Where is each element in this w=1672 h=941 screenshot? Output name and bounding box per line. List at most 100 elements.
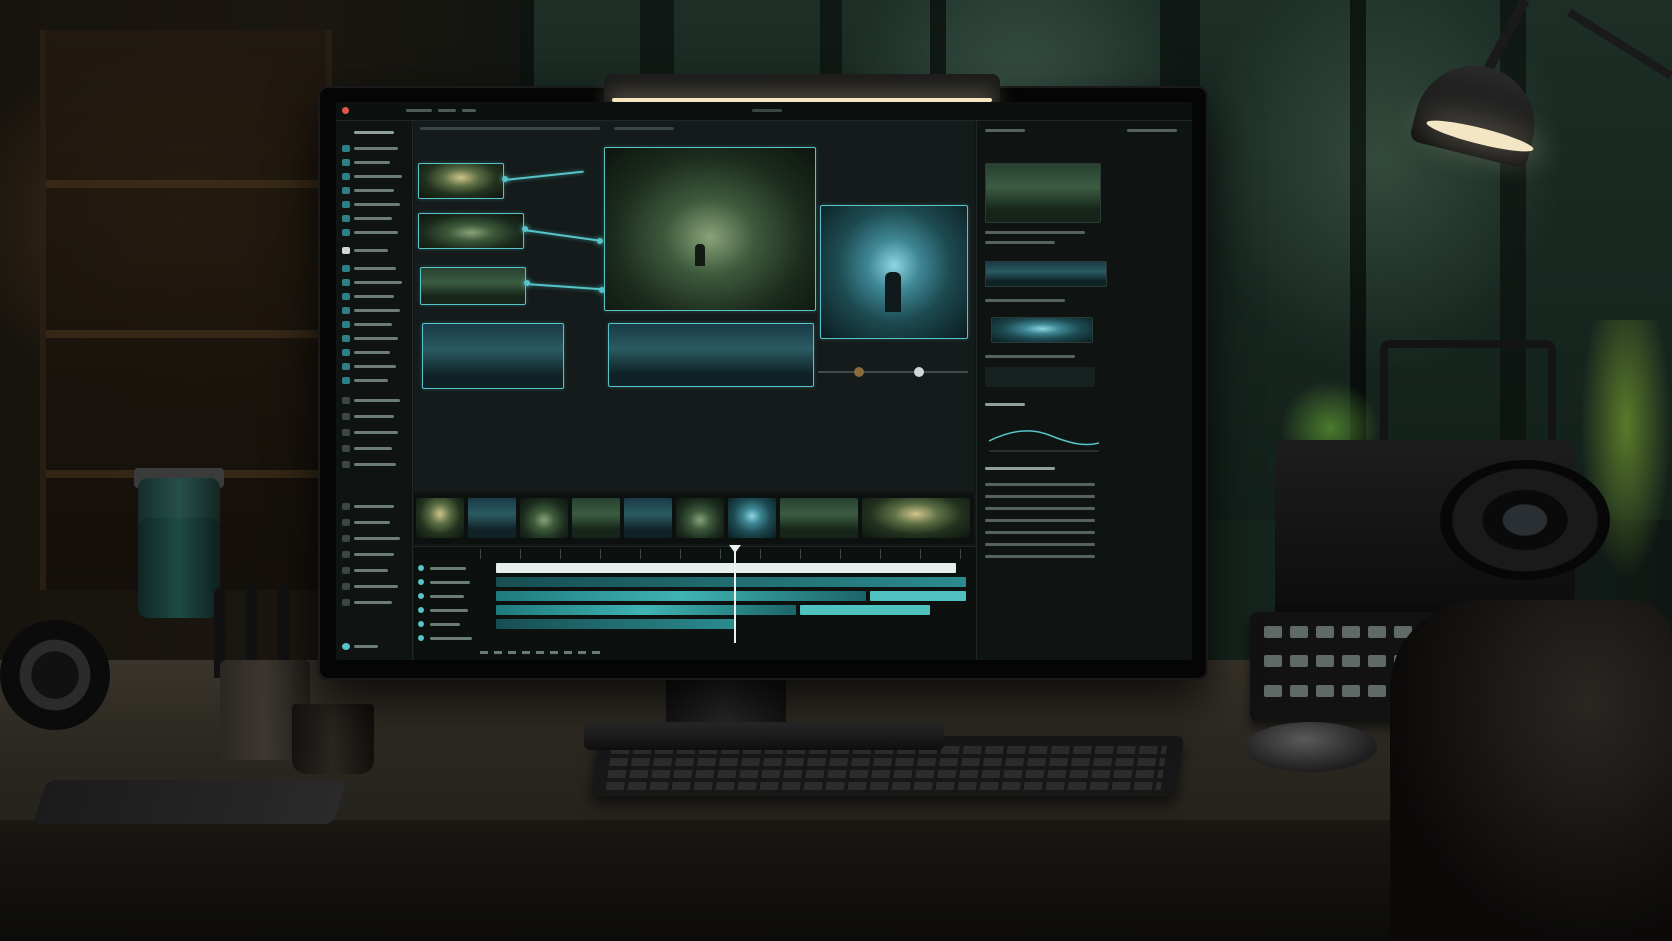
- property-row[interactable]: [985, 543, 1095, 546]
- media-item[interactable]: [342, 213, 406, 225]
- media-item[interactable]: [342, 157, 406, 169]
- secondary-preview-viewer[interactable]: [820, 205, 968, 339]
- node-thumbnail-grid[interactable]: [422, 323, 564, 389]
- media-item[interactable]: [342, 411, 406, 423]
- node-port[interactable]: [522, 226, 528, 232]
- timeline-clip[interactable]: [496, 577, 966, 587]
- film-frame[interactable]: [416, 498, 464, 538]
- property-row[interactable]: [985, 519, 1095, 522]
- media-item-label: [354, 447, 392, 450]
- track-header[interactable]: [418, 563, 476, 573]
- media-item[interactable]: [342, 143, 406, 155]
- node-thumbnail[interactable]: [418, 163, 504, 199]
- inspector-preview[interactable]: [985, 163, 1101, 223]
- blend-slider-handle[interactable]: [854, 367, 864, 377]
- node-thumbnail[interactable]: [418, 213, 524, 249]
- film-frame[interactable]: [572, 498, 620, 538]
- track-header[interactable]: [418, 619, 476, 629]
- clip-icon: [342, 335, 350, 342]
- media-item[interactable]: [342, 319, 406, 331]
- inspector-thumbnail-strip[interactable]: [991, 317, 1093, 343]
- timeline-clip[interactable]: [496, 605, 796, 615]
- timeline-ruler[interactable]: [480, 549, 970, 559]
- inspector-thumbnail-strip[interactable]: [985, 367, 1095, 387]
- media-item[interactable]: [342, 375, 406, 387]
- transport-controls[interactable]: [480, 651, 600, 654]
- property-row[interactable]: [985, 495, 1095, 498]
- media-item[interactable]: [342, 517, 406, 529]
- inspector-thumbnail-strip[interactable]: [985, 261, 1107, 287]
- media-item[interactable]: [342, 361, 406, 373]
- media-item[interactable]: [342, 427, 406, 439]
- film-frame[interactable]: [676, 498, 724, 538]
- media-item[interactable]: [342, 347, 406, 359]
- media-item[interactable]: [342, 333, 406, 345]
- track-header[interactable]: [418, 633, 476, 643]
- media-item[interactable]: [342, 459, 406, 471]
- curve-editor[interactable]: [988, 421, 1100, 453]
- media-item-label: [354, 399, 400, 402]
- node-thumbnail[interactable]: [420, 267, 526, 305]
- film-frame[interactable]: [780, 498, 858, 538]
- timeline-clip[interactable]: [496, 563, 956, 573]
- timeline-clip[interactable]: [496, 591, 866, 601]
- track-icon: [418, 593, 424, 599]
- property-row[interactable]: [985, 483, 1095, 486]
- track-header[interactable]: [418, 591, 476, 601]
- main-preview-viewer[interactable]: [604, 147, 816, 311]
- panel-footer: [342, 641, 406, 653]
- clip-grid[interactable]: [608, 323, 814, 387]
- media-item[interactable]: [342, 263, 406, 275]
- film-frame[interactable]: [468, 498, 516, 538]
- clip-icon: [342, 159, 350, 166]
- property-row[interactable]: [985, 507, 1095, 510]
- media-item[interactable]: [342, 549, 406, 561]
- timeline-clip[interactable]: [496, 619, 736, 629]
- media-item[interactable]: [342, 533, 406, 545]
- media-item[interactable]: [342, 501, 406, 513]
- menu-item[interactable]: [406, 109, 432, 112]
- media-item[interactable]: [342, 227, 406, 239]
- curve-graph: [988, 430, 1100, 452]
- node-port[interactable]: [502, 176, 508, 182]
- media-item[interactable]: [342, 245, 406, 257]
- canvas-toolbar: [614, 127, 674, 130]
- media-item[interactable]: [342, 277, 406, 289]
- media-item[interactable]: [342, 565, 406, 577]
- node-graph-canvas[interactable]: [414, 121, 974, 491]
- media-item[interactable]: [342, 291, 406, 303]
- media-item[interactable]: [342, 185, 406, 197]
- media-item-label: [354, 553, 394, 556]
- node-connection: [525, 283, 602, 291]
- media-item-label: [354, 249, 388, 252]
- timeline-panel[interactable]: [414, 545, 976, 660]
- timeline-clip[interactable]: [870, 591, 966, 601]
- media-item[interactable]: [342, 199, 406, 211]
- track-header[interactable]: [418, 605, 476, 615]
- blend-slider-track[interactable]: [818, 371, 968, 373]
- media-item[interactable]: [342, 581, 406, 593]
- media-item[interactable]: [342, 395, 406, 407]
- media-item[interactable]: [342, 443, 406, 455]
- menu-item[interactable]: [438, 109, 456, 112]
- node-port[interactable]: [597, 238, 603, 244]
- playhead[interactable]: [734, 547, 736, 643]
- track-header[interactable]: [418, 577, 476, 587]
- media-item[interactable]: [342, 171, 406, 183]
- film-frame[interactable]: [862, 498, 970, 538]
- blend-slider-handle[interactable]: [914, 367, 924, 377]
- node-port[interactable]: [524, 280, 530, 286]
- film-frame[interactable]: [624, 498, 672, 538]
- media-item-label: [354, 585, 398, 588]
- panel-header: [342, 127, 406, 139]
- menu-item[interactable]: [462, 109, 476, 112]
- timeline-clip[interactable]: [800, 605, 930, 615]
- property-row[interactable]: [985, 531, 1095, 534]
- panel-tabs[interactable]: [1127, 129, 1177, 132]
- inspector-panel: [976, 121, 1192, 660]
- media-item[interactable]: [342, 597, 406, 609]
- property-row[interactable]: [985, 555, 1095, 558]
- film-frame[interactable]: [728, 498, 776, 538]
- media-item[interactable]: [342, 305, 406, 317]
- film-frame[interactable]: [520, 498, 568, 538]
